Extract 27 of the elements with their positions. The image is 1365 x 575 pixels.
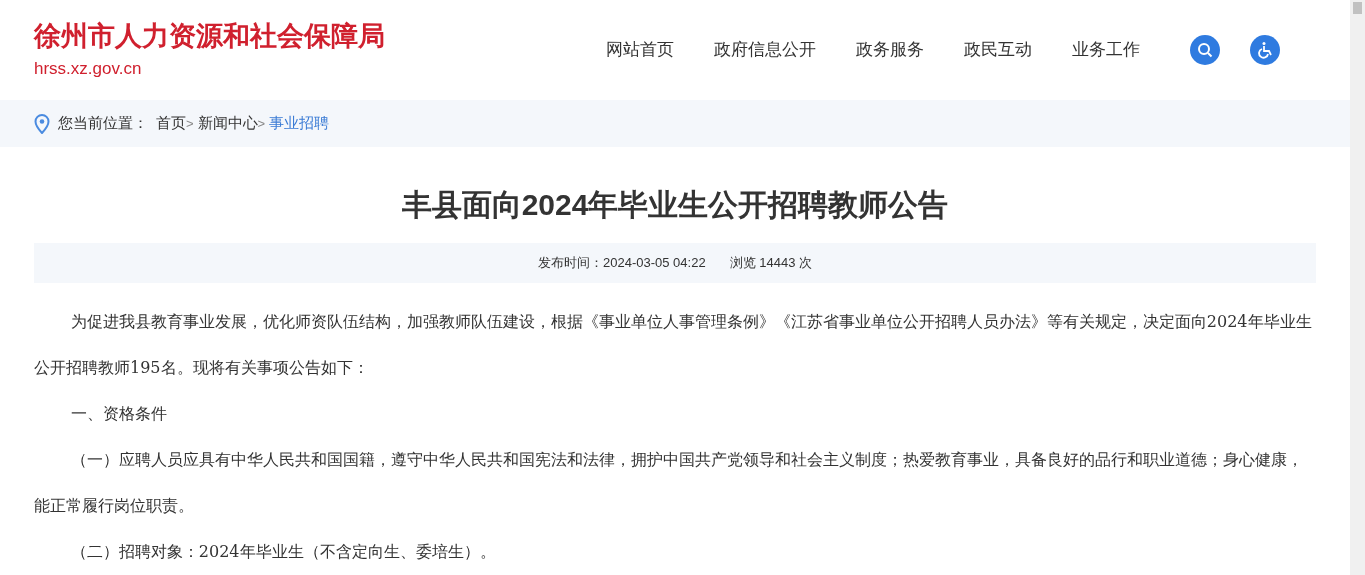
site-name[interactable]: 徐州市人力资源和社会保障局 [34, 19, 385, 54]
location-pin-icon [34, 113, 50, 134]
publish-time: 发布时间：2024-03-05 04:22 [538, 254, 706, 273]
nav-link[interactable]: 政务服务 [856, 37, 924, 63]
breadcrumb-separator: > [257, 114, 266, 133]
nav-link[interactable]: 网站首页 [606, 37, 674, 63]
nav-link[interactable]: 业务工作 [1072, 37, 1140, 63]
site-domain: hrss.xz.gov.cn [34, 58, 143, 81]
article-paragraph: （一）应聘人员应具有中华人民共和国国籍，遵守中华人民共和国宪法和法律，拥护中国共产党领导和社会主义制度；热爱教育事业，具备良好的品行和职业道德；身心健康，能正常履行岗位职责。 [34, 449, 1304, 517]
breadcrumb-link[interactable]: 新闻中心 [197, 112, 258, 135]
article-paragraph: （二）招聘对象：2024年毕业生（不含定向生、委培生）。 [69, 541, 497, 563]
wheelchair-icon [1256, 41, 1274, 60]
article-title: 丰县面向2024年毕业生公开招聘教师公告 [400, 187, 950, 223]
breadcrumb-link[interactable]: 事业招聘 [269, 112, 330, 135]
scrollbar[interactable] [1350, 0, 1365, 575]
article-paragraph: 一、资格条件 [69, 403, 168, 425]
view-count: 浏览 14443 次 [729, 254, 812, 273]
breadcrumb-label: 您当前位置： [58, 113, 148, 134]
breadcrumb-separator: > [186, 114, 194, 133]
scrollbar-thumb[interactable] [1353, 2, 1362, 14]
breadcrumb-link[interactable]: 首页 [156, 112, 186, 135]
nav-link[interactable]: 政民互动 [964, 37, 1032, 63]
accessibility-button[interactable] [1250, 35, 1280, 66]
nav-link[interactable]: 政府信息公开 [714, 37, 816, 63]
search-button[interactable] [1190, 35, 1220, 66]
article-paragraph: 为促进我县教育事业发展，优化师资队伍结构，加强教师队伍建设，根据《事业单位人事管理条例》《江苏省事业单位公开招聘人员办法》等有关规定，决定面向2024年毕业生公开招聘教师195名。现将有关事项公告如下： [34, 311, 1313, 379]
search-icon [1197, 42, 1213, 59]
